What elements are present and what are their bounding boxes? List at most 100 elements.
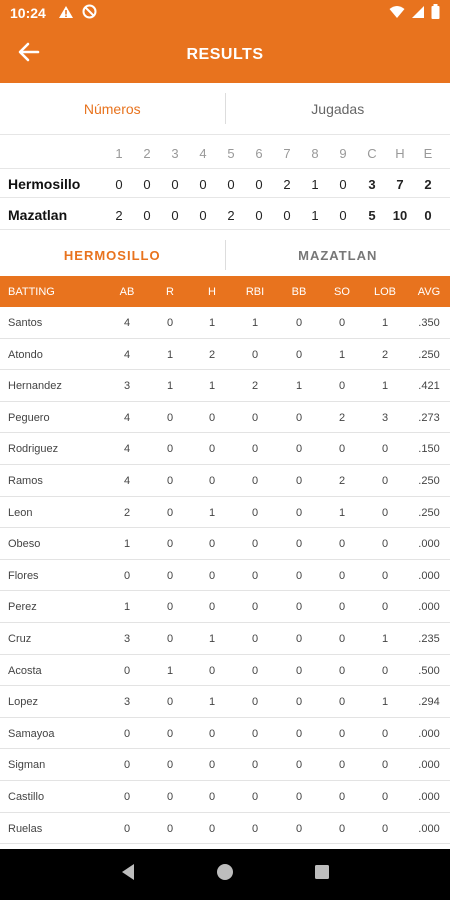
nav-recents-button[interactable] xyxy=(302,855,342,895)
table-row[interactable]: Sigman 0 0 0 0 0 0 0 .000 xyxy=(0,749,450,781)
player-name: Acosta xyxy=(8,664,42,677)
table-row[interactable]: Acosta 0 1 0 0 0 0 0 .500 xyxy=(0,655,450,687)
stat-ab: 1 xyxy=(123,538,131,551)
stat-rbi: 0 xyxy=(251,538,259,551)
table-row[interactable]: Perez 1 0 0 0 0 0 0 .000 xyxy=(0,591,450,623)
stat-ab: 4 xyxy=(123,317,131,329)
column-header-batting: BATTING xyxy=(8,286,55,298)
stat-avg: .294 xyxy=(418,696,440,709)
table-row[interactable]: Santos 4 0 1 1 0 0 1 .350 xyxy=(0,307,450,339)
app-bar: RESULTS xyxy=(0,26,450,83)
table-row[interactable]: Castillo 0 0 0 0 0 0 0 .000 xyxy=(0,781,450,813)
inning-score: 2 xyxy=(283,177,291,192)
inning-score: 0 xyxy=(143,208,151,223)
stat-ab: 4 xyxy=(123,475,131,487)
linescore-row-away: Hermosillo 0 0 0 0 0 0 2 1 0 3 7 2 xyxy=(0,168,450,198)
stat-ab: 3 xyxy=(123,380,131,393)
stat-avg: .273 xyxy=(418,411,440,424)
stat-so: 2 xyxy=(338,411,346,424)
table-row[interactable]: Leon 2 0 1 0 0 1 0 .250 xyxy=(0,497,450,529)
stat-lob: 1 xyxy=(381,633,389,645)
table-row[interactable]: Atondo 4 1 2 0 0 1 2 .250 xyxy=(0,339,450,371)
nav-home-icon xyxy=(216,863,234,886)
system-nav-bar xyxy=(0,849,450,900)
stat-lob: 0 xyxy=(381,569,389,582)
nav-home-button[interactable] xyxy=(205,855,245,895)
stat-h: 0 xyxy=(208,411,216,424)
stat-r: 0 xyxy=(166,569,174,582)
stat-lob: 1 xyxy=(381,317,389,329)
stat-so: 0 xyxy=(338,759,346,772)
stat-h: 0 xyxy=(208,791,216,803)
stat-h: 0 xyxy=(208,664,216,677)
stat-r: 1 xyxy=(166,348,174,361)
tab-team-mazatlan[interactable]: MAZATLAN xyxy=(226,236,450,274)
table-row[interactable]: Ramos 4 0 0 0 0 2 0 .250 xyxy=(0,465,450,497)
stat-bb: 0 xyxy=(295,822,303,835)
nav-back-button[interactable] xyxy=(108,855,148,895)
column-header-so: SO xyxy=(334,286,350,298)
inning-score: 0 xyxy=(283,208,291,223)
player-name: Leon xyxy=(8,506,33,519)
table-row[interactable]: Cruz 3 0 1 0 0 0 1 .235 xyxy=(0,623,450,655)
stat-rbi: 0 xyxy=(251,664,259,677)
stat-h: 1 xyxy=(208,696,216,709)
table-row[interactable]: Ruelas 0 0 0 0 0 0 0 .000 xyxy=(0,813,450,845)
player-name: Lopez xyxy=(8,696,38,709)
stat-rbi: 0 xyxy=(251,696,259,709)
stat-ab: 4 xyxy=(123,348,131,361)
table-row[interactable]: Rodriguez 4 0 0 0 0 0 0 .150 xyxy=(0,433,450,465)
nav-back-icon xyxy=(120,863,136,886)
column-header-r: R xyxy=(166,286,174,298)
stat-ab: 4 xyxy=(123,411,131,424)
stat-so: 0 xyxy=(338,380,346,393)
inning-score: 1 xyxy=(311,177,319,192)
stat-avg: .500 xyxy=(418,664,440,677)
tab-team-hermosillo[interactable]: HERMOSILLO xyxy=(0,236,225,274)
column-header-ab: AB xyxy=(119,286,135,298)
stat-ab: 0 xyxy=(123,791,131,803)
inning-header: 6 xyxy=(255,146,263,161)
no-disturb-icon xyxy=(82,4,97,22)
stat-rbi: 0 xyxy=(251,506,259,519)
stat-bb: 0 xyxy=(295,791,303,803)
stat-ab: 0 xyxy=(123,727,131,740)
stat-r: 0 xyxy=(166,791,174,803)
tab-numeros[interactable]: Números xyxy=(0,83,225,134)
table-row[interactable]: Obeso 1 0 0 0 0 0 0 .000 xyxy=(0,528,450,560)
player-name: Sigman xyxy=(8,759,46,772)
inning-score: 0 xyxy=(143,177,151,192)
stat-lob: 3 xyxy=(381,411,389,424)
inning-header: 2 xyxy=(143,146,151,161)
stat-h: 0 xyxy=(208,727,216,740)
team-name: Mazatlan xyxy=(8,207,68,223)
stat-h: 0 xyxy=(208,822,216,835)
errors-header: E xyxy=(423,146,433,161)
inning-score: 0 xyxy=(171,177,179,192)
stat-h: 0 xyxy=(208,443,216,456)
stat-h: 0 xyxy=(208,475,216,487)
stat-r: 0 xyxy=(166,538,174,551)
table-row[interactable]: Peguero 4 0 0 0 0 2 3 .273 xyxy=(0,402,450,434)
stat-so: 0 xyxy=(338,822,346,835)
column-header-rbi: RBI xyxy=(245,286,265,298)
stat-bb: 0 xyxy=(295,475,303,487)
stat-bb: 0 xyxy=(295,633,303,645)
player-name: Castillo xyxy=(8,791,45,803)
player-name: Samayoa xyxy=(8,727,55,740)
back-button[interactable] xyxy=(12,39,46,69)
table-row[interactable]: Lopez 3 0 1 0 0 0 1 .294 xyxy=(0,686,450,718)
battery-icon xyxy=(431,4,440,22)
stat-avg: .000 xyxy=(418,791,440,803)
table-row[interactable]: Samayoa 0 0 0 0 0 0 0 .000 xyxy=(0,718,450,750)
column-header-bb: BB xyxy=(291,286,307,298)
signal-icon xyxy=(411,5,425,22)
tab-jugadas[interactable]: Jugadas xyxy=(226,83,450,134)
stat-lob: 0 xyxy=(381,759,389,772)
table-row[interactable]: Hernandez 3 1 1 2 1 0 1 .421 xyxy=(0,370,450,402)
stat-so: 0 xyxy=(338,791,346,803)
table-row[interactable]: Flores 0 0 0 0 0 0 0 .000 xyxy=(0,560,450,592)
stat-h: 0 xyxy=(208,569,216,582)
stat-bb: 0 xyxy=(295,727,303,740)
stat-avg: .250 xyxy=(418,348,440,361)
